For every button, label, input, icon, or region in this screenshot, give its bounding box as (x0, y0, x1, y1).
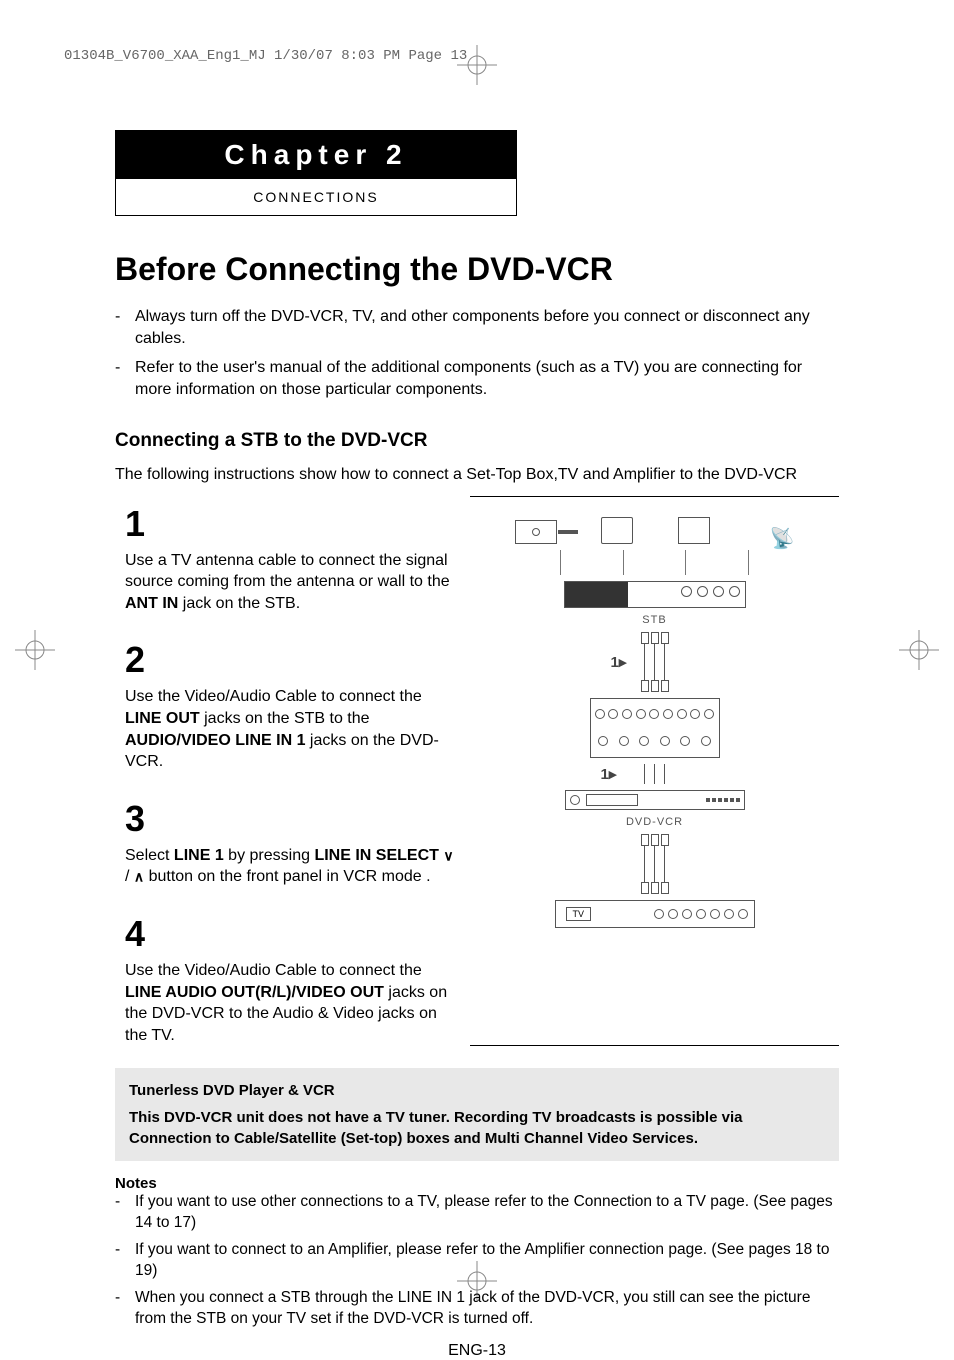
cable-set: 1▸ (641, 764, 669, 784)
step-body: Use the Video/Audio Cable to connect the… (125, 960, 460, 1046)
connection-diagram: 📡 STB 1▸ (470, 496, 839, 1047)
main-heading: Before Connecting the DVD-VCR (115, 251, 839, 288)
note-box-body: This DVD-VCR unit does not have a TV tun… (129, 1107, 825, 1149)
intro-list: - Always turn off the DVD-VCR, TV, and o… (115, 306, 839, 402)
stb-device-icon (564, 581, 746, 608)
bullet-dash: - (115, 357, 135, 402)
amplifier-icon (678, 517, 710, 544)
cable-set (641, 834, 669, 894)
step-number: 3 (125, 801, 460, 837)
note-text: When you connect a STB through the LINE … (135, 1288, 839, 1330)
note-box: Tunerless DVD Player & VCR This DVD-VCR … (115, 1068, 839, 1161)
note-text: If you want to use other connections to … (135, 1192, 839, 1234)
diagram-arrow: 1▸ (611, 653, 627, 671)
wall-outlet-icon (515, 520, 557, 544)
cable-line (560, 550, 561, 575)
print-header: 01304B_V6700_XAA_Eng1_MJ 1/30/07 8:03 PM… (64, 48, 467, 64)
note-item: - If you want to connect to an Amplifier… (115, 1240, 839, 1282)
notes-heading: Notes (115, 1175, 839, 1192)
bullet-dash: - (115, 306, 135, 351)
intro-item: - Refer to the user's manual of the addi… (115, 357, 839, 402)
tv-rear-icon: TV (555, 900, 755, 928)
step-body: Select LINE 1 by pressing LINE IN SELECT… (125, 845, 460, 888)
bullet-dash: - (115, 1288, 135, 1330)
bold-term: LINE 1 (174, 847, 224, 864)
bullet-dash: - (115, 1192, 135, 1234)
bold-term: LINE AUDIO OUT(R/L)/VIDEO OUT (125, 984, 384, 1001)
step-body: Use the Video/Audio Cable to connect the… (125, 686, 460, 772)
step-body: Use a TV antenna cable to connect the si… (125, 550, 460, 615)
bold-term: ANT IN (125, 595, 178, 612)
bullet-dash: - (115, 1240, 135, 1282)
intro-item: - Always turn off the DVD-VCR, TV, and o… (115, 306, 839, 351)
notes-list: - If you want to use other connections t… (115, 1192, 839, 1330)
bold-term: LINE IN SELECT (314, 847, 438, 864)
note-box-title: Tunerless DVD Player & VCR (129, 1080, 825, 1101)
content-area: Chapter 2 CONNECTIONS Before Connecting … (115, 130, 839, 1360)
subsection-heading: Connecting a STB to the DVD-VCR (115, 430, 839, 452)
intro-text: Always turn off the DVD-VCR, TV, and oth… (135, 306, 839, 351)
diagram-top-row: 📡 (515, 517, 795, 544)
diagram-label-stb: STB (642, 614, 666, 626)
antenna-icon: 📡 (754, 534, 794, 544)
crop-mark-icon (457, 45, 497, 85)
cable-line (685, 550, 686, 575)
crop-mark-icon (15, 630, 55, 670)
diagram-label-tv: TV (566, 907, 592, 921)
chapter-box: Chapter 2 CONNECTIONS (115, 130, 517, 216)
bold-term: AUDIO/VIDEO LINE IN 1 (125, 732, 305, 749)
diagram-arrow: 1▸ (601, 765, 617, 783)
subsection-intro: The following instructions show how to c… (115, 466, 839, 484)
two-column-area: 1 Use a TV antenna cable to connect the … (115, 496, 839, 1047)
bold-term: LINE OUT (125, 710, 200, 727)
note-item: - If you want to use other connections t… (115, 1192, 839, 1234)
chevron-up-icon: ∧ (134, 869, 144, 885)
cable-set: 1▸ (641, 632, 669, 692)
step-number: 2 (125, 642, 460, 678)
monitor-icon (601, 517, 633, 544)
intro-text: Refer to the user's manual of the additi… (135, 357, 839, 402)
note-text: If you want to connect to an Amplifier, … (135, 1240, 839, 1282)
cable-line (623, 550, 624, 575)
diagram-label-dvdvcr: DVD-VCR (626, 816, 683, 828)
step-number: 4 (125, 916, 460, 952)
note-item: - When you connect a STB through the LIN… (115, 1288, 839, 1330)
chapter-subtitle: CONNECTIONS (116, 179, 516, 215)
step-number: 1 (125, 506, 460, 542)
page: 01304B_V6700_XAA_Eng1_MJ 1/30/07 8:03 PM… (0, 0, 954, 1351)
chapter-title: Chapter 2 (116, 131, 516, 179)
dvd-vcr-front-icon (565, 790, 745, 810)
steps-column: 1 Use a TV antenna cable to connect the … (115, 496, 460, 1047)
cable-line (748, 550, 749, 575)
crop-mark-icon (899, 630, 939, 670)
chevron-down-icon: ∨ (443, 847, 453, 863)
dvd-vcr-rear-icon (590, 698, 720, 758)
